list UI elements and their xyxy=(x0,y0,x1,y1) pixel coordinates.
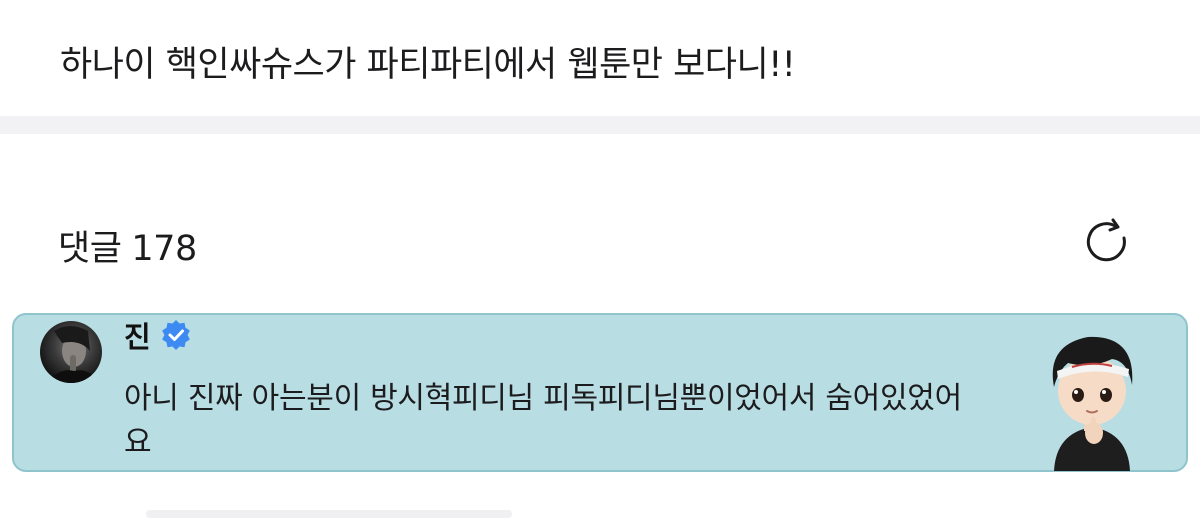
comments-count: 178 xyxy=(131,229,197,269)
section-divider xyxy=(0,116,1200,134)
featured-comment-card[interactable]: 진 아니 진짜 아는분이 방시혁피디님 피독피디님뿐이었어서 숨어있었어요 xyxy=(12,313,1188,472)
verified-badge-icon xyxy=(161,320,190,350)
author-row: 진 xyxy=(124,315,191,355)
character-sticker xyxy=(1052,336,1133,471)
post-title: 하나이 핵인싸슈스가 파티파티에서 웹툰만 보다니!! xyxy=(60,45,796,85)
refresh-button[interactable] xyxy=(1078,213,1136,271)
comments-label: 댓글 xyxy=(58,229,122,269)
comment-text: 아니 진짜 아는분이 방시혁피디님 피독피디님뿐이었어서 숨어있었어요 xyxy=(124,381,962,460)
refresh-icon xyxy=(1086,218,1126,262)
avatar[interactable] xyxy=(40,321,102,383)
comments-heading: 댓글 178 xyxy=(58,220,197,271)
author-name[interactable]: 진 xyxy=(124,314,151,356)
next-item-preview xyxy=(146,510,512,518)
post-header: 하나이 핵인싸슈스가 파티파티에서 웹툰만 보다니!! xyxy=(0,0,1200,116)
